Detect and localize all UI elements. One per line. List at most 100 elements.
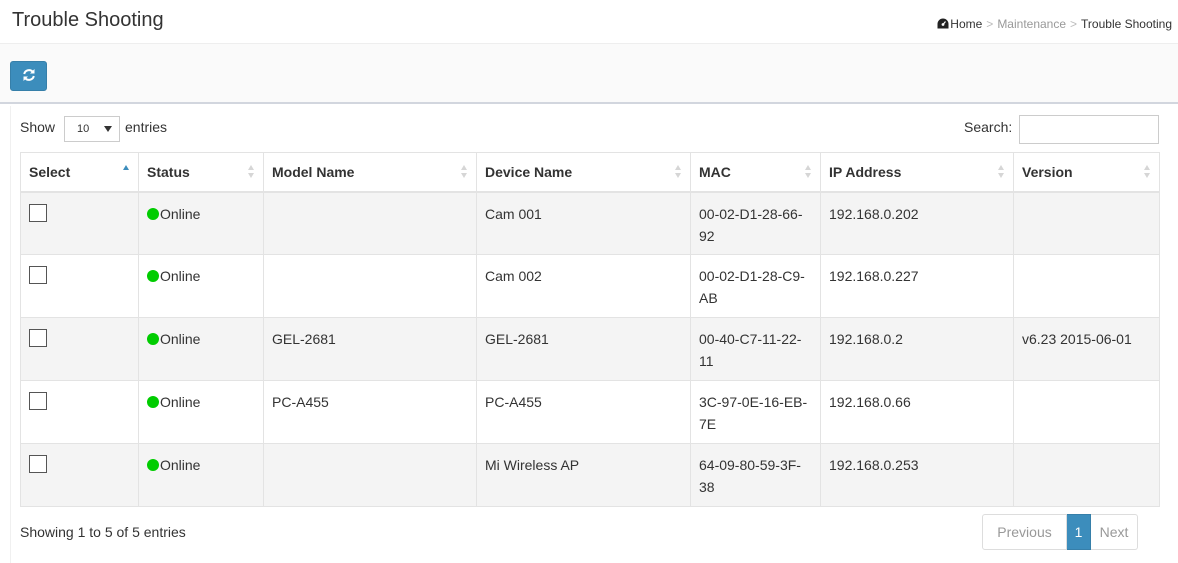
dashboard-icon — [937, 18, 949, 29]
column-header-label: Model Name — [272, 164, 355, 180]
online-status-icon — [147, 270, 159, 282]
status-text: Online — [160, 268, 201, 284]
mac-cell: 00-40-C7-11-22-11 — [690, 317, 821, 381]
refresh-button[interactable] — [10, 61, 47, 91]
column-header-select[interactable]: Select — [20, 152, 139, 193]
column-header-status[interactable]: Status — [138, 152, 264, 193]
column-header-label: Select — [29, 164, 71, 180]
breadcrumb: Home > Maintenance > Trouble Shooting — [937, 17, 1172, 31]
device-list-panel: Show 10 entries Search: Select Status Mo… — [10, 106, 1168, 563]
status-cell: Online — [138, 191, 264, 255]
status-cell: Online — [138, 443, 264, 507]
table-row[interactable]: Online Mi Wireless AP 64-09-80-59-3F-38 … — [20, 443, 1160, 507]
table-row[interactable]: Online GEL-2681 GEL-2681 00-40-C7-11-22-… — [20, 317, 1160, 381]
ip-address-cell: 192.168.0.66 — [820, 380, 1014, 444]
sort-icon — [248, 165, 255, 179]
column-header-label: Status — [147, 164, 190, 180]
select-cell — [20, 317, 139, 381]
table-row[interactable]: Online Cam 001 00-02-D1-28-66-92 192.168… — [20, 191, 1160, 255]
row-select-checkbox[interactable] — [29, 266, 47, 284]
status-text: Online — [160, 205, 201, 222]
status-cell: Online — [138, 380, 264, 444]
search-input[interactable] — [1019, 115, 1159, 144]
breadcrumb-current: Trouble Shooting — [1081, 17, 1172, 31]
page-title: Trouble Shooting — [12, 9, 164, 31]
page-1-button[interactable]: 1 — [1067, 514, 1091, 550]
model-name-cell — [263, 191, 477, 255]
row-select-checkbox[interactable] — [29, 203, 47, 222]
row-select-checkbox[interactable] — [29, 455, 47, 473]
online-status-icon — [147, 333, 159, 345]
previous-page-button[interactable]: Previous — [982, 514, 1067, 550]
column-header-version[interactable]: Version — [1013, 152, 1160, 193]
model-name-cell — [263, 443, 477, 507]
page-length-value: 10 — [77, 123, 90, 135]
breadcrumb-maintenance-link[interactable]: Maintenance — [997, 17, 1066, 31]
table-row[interactable]: Online Cam 002 00-02-D1-28-C9-AB 192.168… — [20, 254, 1160, 318]
breadcrumb-home-link[interactable]: Home — [950, 17, 982, 31]
ip-address-cell: 192.168.0.202 — [820, 191, 1014, 255]
ip-address-cell: 192.168.0.2 — [820, 317, 1014, 381]
breadcrumb-separator: > — [986, 17, 994, 31]
version-cell — [1013, 254, 1160, 318]
sort-icon — [1144, 165, 1151, 179]
column-header-label: IP Address — [829, 164, 902, 180]
model-name-cell — [263, 254, 477, 318]
sort-icon — [805, 165, 812, 179]
ip-address-cell: 192.168.0.227 — [820, 254, 1014, 318]
status-text: Online — [160, 331, 201, 347]
row-select-checkbox[interactable] — [29, 329, 47, 347]
model-name-cell: GEL-2681 — [263, 317, 477, 381]
pagination: Previous 1 Next — [982, 514, 1138, 550]
entries-label: entries — [125, 119, 168, 135]
table-info-text: Showing 1 to 5 of 5 entries — [20, 524, 186, 540]
select-cell — [20, 443, 139, 507]
column-header-label: Version — [1022, 164, 1073, 180]
table-row[interactable]: Online PC-A455 PC-A455 3C-97-0E-16-EB-7E… — [20, 380, 1160, 444]
status-cell: Online — [138, 254, 264, 318]
select-cell — [20, 380, 139, 444]
version-cell: v6.23 2015-06-01 — [1013, 317, 1160, 381]
sort-ascending-icon — [123, 165, 130, 179]
search-label: Search: — [964, 119, 1013, 135]
version-cell — [1013, 443, 1160, 507]
device-name-cell: Mi Wireless AP — [476, 443, 691, 507]
page-length-select[interactable]: 10 — [64, 116, 120, 142]
model-name-cell: PC-A455 — [263, 380, 477, 444]
version-cell — [1013, 191, 1160, 255]
sort-icon — [998, 165, 1005, 179]
select-cell — [20, 191, 139, 255]
online-status-icon — [147, 459, 159, 471]
online-status-icon — [147, 207, 159, 220]
mac-cell: 64-09-80-59-3F-38 — [690, 443, 821, 507]
table-header-row: Select Status Model Name Device Name MAC… — [20, 152, 1160, 193]
version-cell — [1013, 380, 1160, 444]
toolbar — [0, 44, 1178, 104]
device-name-cell: GEL-2681 — [476, 317, 691, 381]
mac-cell: 3C-97-0E-16-EB-7E — [690, 380, 821, 444]
status-cell: Online — [138, 317, 264, 381]
column-header-label: Device Name — [485, 164, 573, 180]
column-header-model-name[interactable]: Model Name — [263, 152, 477, 193]
column-header-device-name[interactable]: Device Name — [476, 152, 691, 193]
sort-icon — [461, 165, 468, 179]
column-header-mac[interactable]: MAC — [690, 152, 821, 193]
device-name-cell: Cam 001 — [476, 191, 691, 255]
online-status-icon — [147, 396, 159, 408]
show-label: Show — [20, 119, 56, 135]
column-header-label: MAC — [699, 164, 731, 180]
next-page-button[interactable]: Next — [1091, 514, 1138, 550]
select-cell — [20, 254, 139, 318]
sort-icon — [675, 165, 682, 179]
row-select-checkbox[interactable] — [29, 392, 47, 410]
status-text: Online — [160, 457, 201, 473]
mac-cell: 00-02-D1-28-C9-AB — [690, 254, 821, 318]
breadcrumb-separator: > — [1070, 17, 1078, 31]
refresh-icon — [22, 68, 36, 85]
column-header-ip-address[interactable]: IP Address — [820, 152, 1014, 193]
mac-cell: 00-02-D1-28-66-92 — [690, 191, 821, 255]
status-text: Online — [160, 394, 201, 410]
dropdown-caret-icon — [104, 126, 112, 132]
device-table: Select Status Model Name Device Name MAC… — [20, 152, 1160, 507]
page-header: Trouble Shooting Home > Maintenance > Troubl… — [0, 0, 1178, 44]
